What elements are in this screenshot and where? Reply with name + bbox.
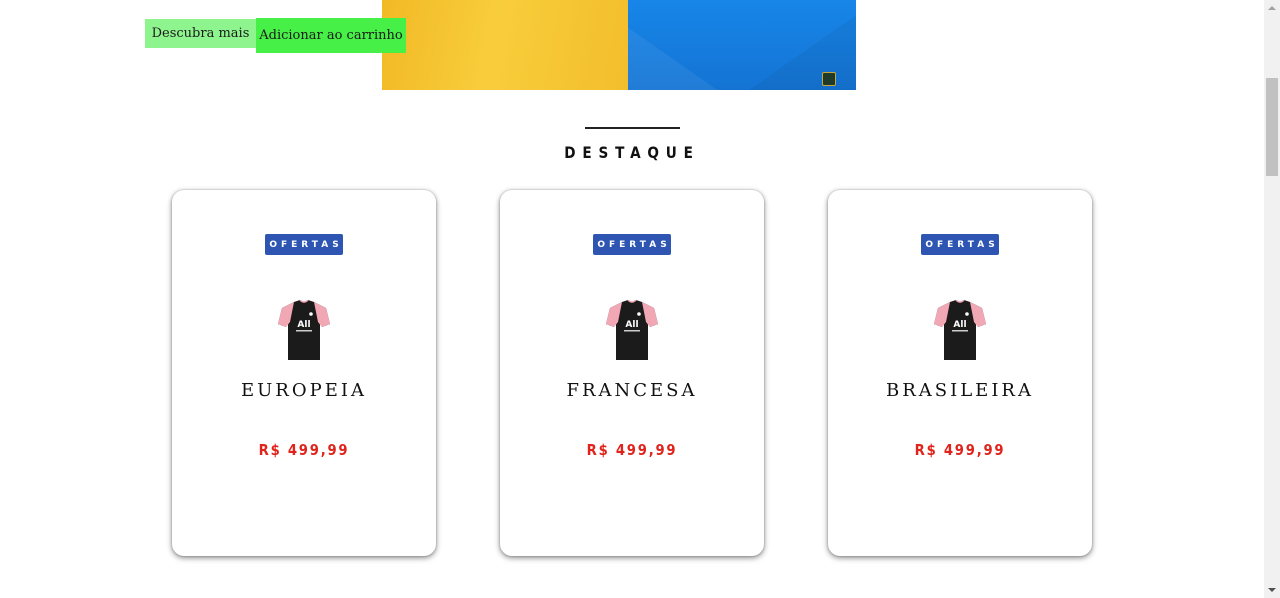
offer-badge: OFERTAS	[593, 234, 671, 255]
product-card[interactable]: OFERTAS All EUROPEIA R$ 499,99	[172, 190, 436, 556]
jersey-icon: All	[606, 300, 658, 360]
svg-text:All: All	[953, 320, 966, 330]
scroll-up-arrow-icon[interactable]	[1264, 0, 1280, 16]
scroll-thumb[interactable]	[1266, 78, 1278, 176]
product-price: R$ 499,99	[914, 441, 1006, 459]
scroll-down-arrow-icon[interactable]	[1264, 582, 1280, 598]
product-name: FRANCESA	[566, 380, 698, 401]
product-price: R$ 499,99	[258, 441, 350, 459]
svg-text:All: All	[297, 320, 310, 330]
svg-text:All: All	[625, 320, 638, 330]
product-card[interactable]: OFERTAS All BRASILEIRA R$ 499,99	[828, 190, 1092, 556]
discover-more-button[interactable]: Descubra mais	[145, 19, 256, 48]
hero-banner-image	[382, 0, 856, 90]
offer-badge: OFERTAS	[921, 234, 999, 255]
product-price: R$ 499,99	[586, 441, 678, 459]
hero-yellow-panel	[382, 0, 628, 90]
add-to-cart-button[interactable]: Adicionar ao carrinho	[256, 18, 406, 53]
product-card[interactable]: OFERTAS All FRANCESA R$ 499,99	[500, 190, 764, 556]
product-name: EUROPEIA	[241, 380, 367, 401]
jersey-icon: All	[934, 300, 986, 360]
offer-badge: OFERTAS	[265, 234, 343, 255]
section-divider	[585, 127, 680, 129]
product-name: BRASILEIRA	[886, 380, 1034, 401]
section-title: DESTAQUE	[564, 143, 700, 162]
jersey-icon: All	[278, 300, 330, 360]
crest-icon	[822, 72, 836, 86]
vertical-scrollbar[interactable]	[1264, 0, 1280, 598]
